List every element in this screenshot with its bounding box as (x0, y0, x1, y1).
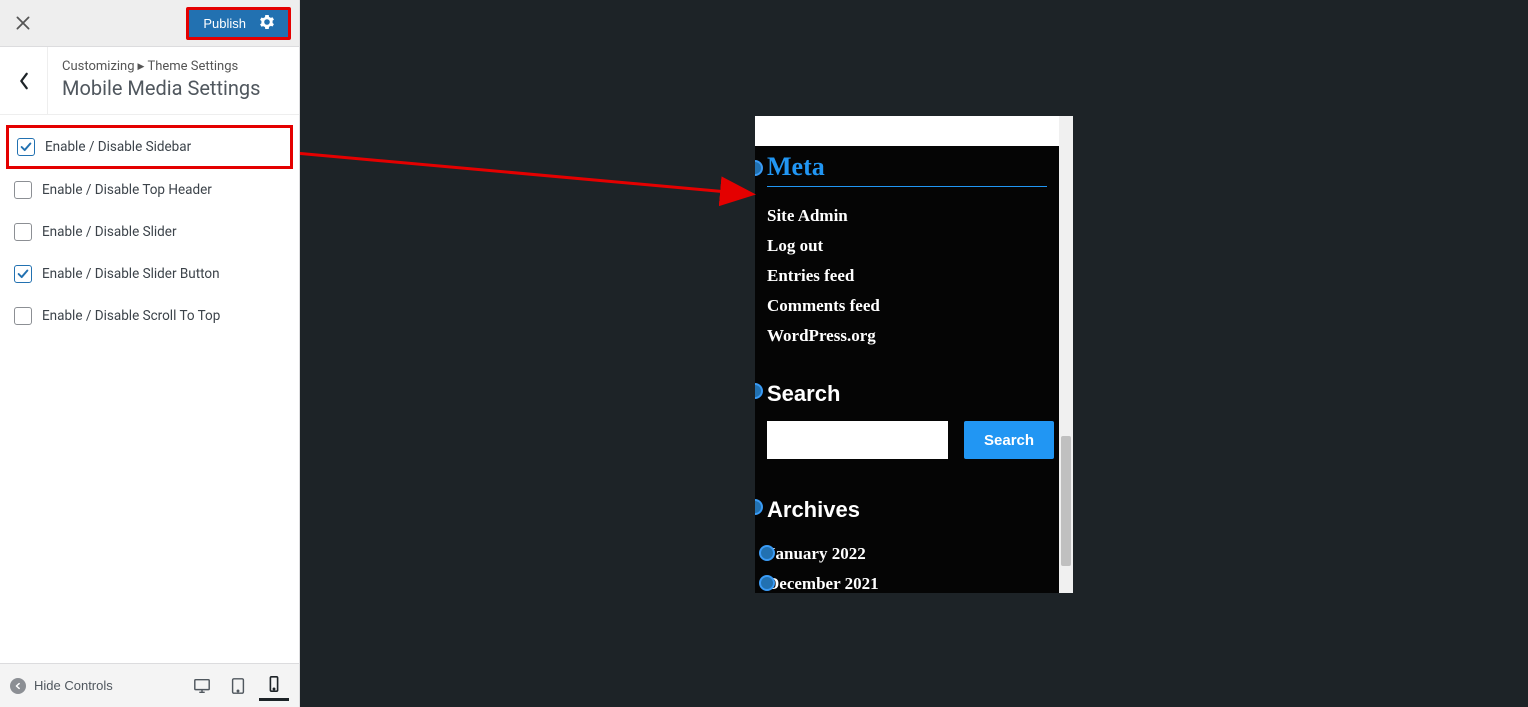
archive-link-jan-2022[interactable]: January 2022 (767, 539, 1047, 569)
meta-link-comments-feed[interactable]: Comments feed (767, 291, 1047, 321)
search-form: Search (767, 421, 1047, 459)
breadcrumb-customizing: Customizing (62, 59, 135, 74)
checkbox-slider-button[interactable] (14, 265, 32, 283)
archive-link-dec-2021[interactable]: December 2021 (767, 569, 1047, 593)
search-input[interactable] (767, 421, 948, 459)
meta-link-wordpress-org[interactable]: WordPress.org (767, 321, 1047, 351)
desktop-icon (193, 677, 211, 695)
bullet-icon (759, 575, 775, 591)
bullet-icon (755, 383, 763, 399)
tablet-icon (229, 677, 247, 695)
chevron-left-icon (18, 72, 30, 90)
preview-scrollbar[interactable] (1059, 116, 1073, 593)
search-title: Search (767, 375, 1047, 411)
archives-list: January 2022 December 2021 (767, 539, 1047, 593)
publish-highlight-box: Publish (186, 7, 291, 40)
option-label: Enable / Disable Slider Button (42, 266, 220, 282)
page-title: Mobile Media Settings (62, 76, 285, 100)
underline-decoration (767, 186, 1047, 187)
meta-widget: Meta Site Admin Log out Entries feed Com… (755, 146, 1059, 365)
checkbox-scroll-to-top[interactable] (14, 307, 32, 325)
hide-controls-label: Hide Controls (34, 678, 113, 693)
meta-title: Meta (767, 146, 1047, 186)
option-top-header[interactable]: Enable / Disable Top Header (0, 169, 299, 211)
bullet-icon (755, 160, 763, 176)
device-mobile-button[interactable] (259, 671, 289, 701)
option-label: Enable / Disable Scroll To Top (42, 308, 220, 324)
option-slider[interactable]: Enable / Disable Slider (0, 211, 299, 253)
breadcrumb-texts: Customizing ▶ Theme Settings Mobile Medi… (48, 47, 299, 114)
check-icon (16, 267, 30, 281)
device-desktop-button[interactable] (187, 671, 217, 701)
meta-link-entries-feed[interactable]: Entries feed (767, 261, 1047, 291)
search-button[interactable]: Search (964, 421, 1054, 459)
device-buttons (187, 671, 289, 701)
option-sidebar[interactable]: Enable / Disable Sidebar (6, 125, 293, 169)
panel-header: Publish (0, 0, 299, 47)
meta-list: Site Admin Log out Entries feed Comments… (767, 201, 1047, 351)
publish-label: Publish (203, 16, 246, 31)
option-scroll-to-top[interactable]: Enable / Disable Scroll To Top (0, 295, 299, 337)
meta-link-site-admin[interactable]: Site Admin (767, 201, 1047, 231)
collapse-icon (10, 678, 26, 694)
caret-right-icon: ▶ (138, 62, 145, 72)
breadcrumb-section: Customizing ▶ Theme Settings Mobile Medi… (0, 47, 299, 115)
breadcrumb-parent: Theme Settings (147, 59, 238, 74)
breadcrumb: Customizing ▶ Theme Settings (62, 59, 285, 74)
checkbox-slider[interactable] (14, 223, 32, 241)
check-icon (19, 140, 33, 154)
bullet-icon (759, 545, 775, 561)
close-icon (15, 15, 31, 31)
scrollbar-thumb[interactable] (1061, 436, 1071, 566)
meta-link-log-out[interactable]: Log out (767, 231, 1047, 261)
search-widget: Search Search (755, 365, 1059, 473)
mobile-content: Meta Site Admin Log out Entries feed Com… (755, 116, 1059, 593)
preview-area: Meta Site Admin Log out Entries feed Com… (300, 0, 1528, 707)
mobile-preview-frame: Meta Site Admin Log out Entries feed Com… (755, 116, 1073, 593)
preview-white-bar (755, 116, 1059, 146)
panel-footer: Hide Controls (0, 663, 299, 707)
bullet-icon (755, 499, 763, 515)
option-label: Enable / Disable Sidebar (45, 139, 191, 155)
gear-icon (260, 15, 274, 32)
device-tablet-button[interactable] (223, 671, 253, 701)
archives-widget: Archives January 2022 December 2021 (755, 473, 1059, 593)
mobile-icon (265, 675, 283, 693)
publish-button[interactable]: Publish (189, 10, 288, 37)
checkbox-sidebar[interactable] (17, 138, 35, 156)
option-label: Enable / Disable Top Header (42, 182, 212, 198)
customizer-panel: Publish Customizing ▶ Theme Settings Mob… (0, 0, 300, 707)
options-list: Enable / Disable Sidebar Enable / Disabl… (0, 115, 299, 663)
hide-controls-button[interactable]: Hide Controls (10, 678, 113, 694)
back-button[interactable] (0, 47, 48, 114)
option-label: Enable / Disable Slider (42, 224, 177, 240)
close-button[interactable] (10, 10, 36, 36)
archives-title: Archives (767, 491, 1047, 527)
option-slider-button[interactable]: Enable / Disable Slider Button (0, 253, 299, 295)
checkbox-top-header[interactable] (14, 181, 32, 199)
